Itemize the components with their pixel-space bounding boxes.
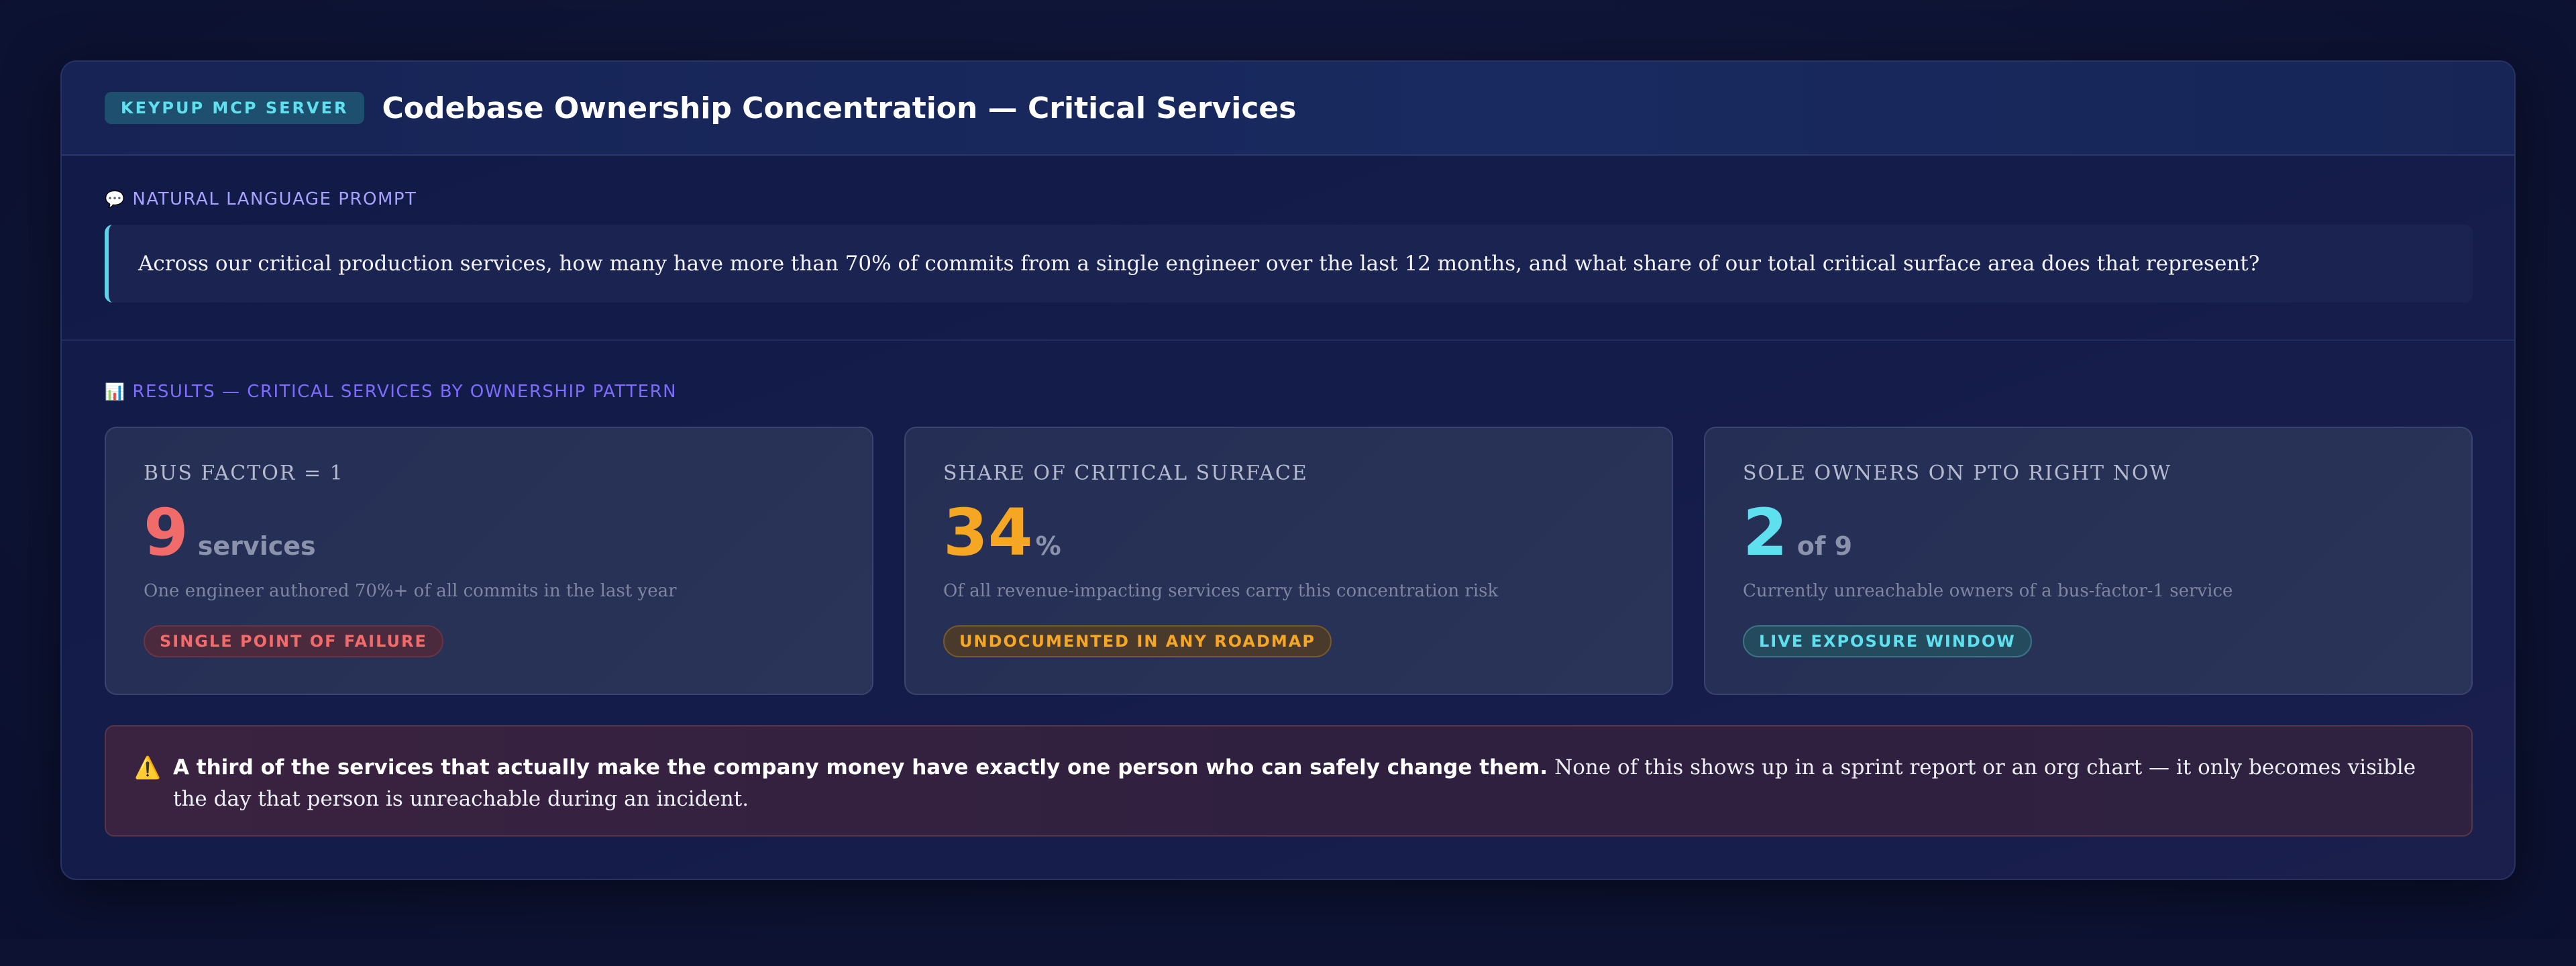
insight-alert: ⚠️ A third of the services that actually… xyxy=(105,725,2473,837)
section-divider xyxy=(62,339,2514,341)
card-tag: SINGLE POINT OF FAILURE xyxy=(144,625,443,657)
card-value: 2 xyxy=(1743,495,1788,570)
results-label-text: RESULTS — CRITICAL SERVICES BY OWNERSHIP… xyxy=(132,382,678,402)
card-unit: services xyxy=(197,531,316,561)
card-critical-surface: SHARE OF CRITICAL SURFACE 34 % Of all re… xyxy=(904,427,1673,695)
card-value: 34 xyxy=(943,495,1033,570)
card-value: 9 xyxy=(144,495,189,570)
prompt-box: Across our critical production services,… xyxy=(105,225,2473,303)
warning-icon: ⚠️ xyxy=(134,755,161,780)
card-description: Currently unreachable owners of a bus-fa… xyxy=(1743,581,2233,601)
card-metric: 9 services xyxy=(144,500,316,565)
prompt-section-label: 💬 NATURAL LANGUAGE PROMPT xyxy=(105,189,417,209)
card-sole-owners-pto: SOLE OWNERS ON PTO RIGHT NOW 2 of 9 Curr… xyxy=(1704,427,2473,695)
results-section-label: 📊 RESULTS — CRITICAL SERVICES BY OWNERSH… xyxy=(105,382,677,402)
card-tag: UNDOCUMENTED IN ANY ROADMAP xyxy=(943,625,1332,657)
card-metric: 34 % xyxy=(943,500,1061,565)
card-description: One engineer authored 70%+ of all commit… xyxy=(144,581,677,601)
bottom-strip xyxy=(0,939,2576,966)
speech-bubble-icon: 💬 xyxy=(105,190,126,209)
header: KEYPUP MCP SERVER Codebase Ownership Con… xyxy=(62,62,2514,156)
card-tag: LIVE EXPOSURE WINDOW xyxy=(1743,625,2032,657)
card-unit: % xyxy=(1035,531,1061,561)
prompt-text: Across our critical production services,… xyxy=(138,252,2260,276)
card-title: SOLE OWNERS ON PTO RIGHT NOW xyxy=(1743,462,2172,485)
server-badge: KEYPUP MCP SERVER xyxy=(105,92,365,124)
page-title: Codebase Ownership Concentration — Criti… xyxy=(382,91,1297,125)
main-panel: KEYPUP MCP SERVER Codebase Ownership Con… xyxy=(60,60,2516,880)
alert-headline: A third of the services that actually ma… xyxy=(173,755,1548,780)
card-unit: of 9 xyxy=(1796,531,1853,561)
card-title: SHARE OF CRITICAL SURFACE xyxy=(943,462,1308,485)
card-bus-factor: BUS FACTOR = 1 9 services One engineer a… xyxy=(105,427,873,695)
card-metric: 2 of 9 xyxy=(1743,500,1852,565)
prompt-label-text: NATURAL LANGUAGE PROMPT xyxy=(132,189,417,209)
card-title: BUS FACTOR = 1 xyxy=(144,462,344,485)
bar-chart-icon: 📊 xyxy=(105,382,126,401)
card-description: Of all revenue-impacting services carry … xyxy=(943,581,1499,601)
